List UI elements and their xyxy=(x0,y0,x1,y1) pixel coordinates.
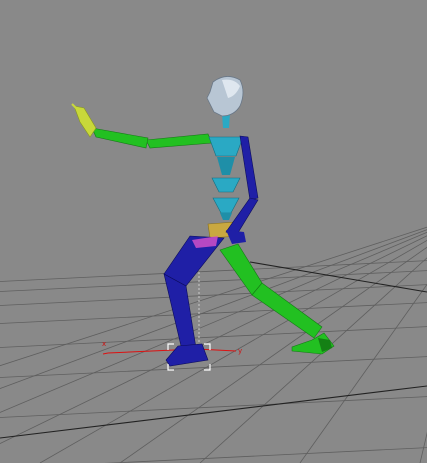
gizmo-x-label: x xyxy=(102,340,106,348)
gizmo-x-axis-tip xyxy=(102,352,109,355)
spine-segment-1[interactable] xyxy=(217,157,235,175)
grid-line xyxy=(0,284,427,306)
chest[interactable] xyxy=(208,136,244,157)
grid-line xyxy=(0,302,427,324)
grid-line xyxy=(119,246,427,463)
left-hand[interactable] xyxy=(226,230,246,244)
left-leg[interactable] xyxy=(163,235,225,367)
left-foot[interactable] xyxy=(165,343,209,367)
right-leg[interactable] xyxy=(219,243,335,355)
perspective-viewport[interactable]: x y xyxy=(0,0,427,463)
right-forearm[interactable] xyxy=(91,127,149,149)
left-upper-arm[interactable] xyxy=(239,135,259,201)
left-calf[interactable] xyxy=(163,273,197,351)
grid-line xyxy=(0,396,427,418)
viewport-scene[interactable]: x y xyxy=(0,0,427,463)
grid-line xyxy=(0,260,427,282)
right-upper-arm[interactable] xyxy=(145,133,213,149)
spine-segment-3[interactable] xyxy=(212,197,240,214)
grid-major-line xyxy=(249,261,427,293)
gizmo-y-label: y xyxy=(238,347,242,355)
head[interactable] xyxy=(206,76,244,117)
grid-line xyxy=(0,326,427,348)
right-arm[interactable] xyxy=(71,103,213,149)
spine-segment-2[interactable] xyxy=(211,177,241,193)
spine-segment-4[interactable] xyxy=(220,213,232,220)
